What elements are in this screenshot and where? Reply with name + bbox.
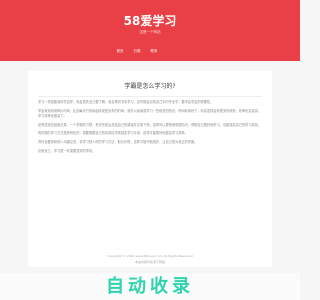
article-body: 学习一项技能最好先自学，而且首先自己要了解，而且再向书本学习，这时候会比较自己平… xyxy=(38,100,262,158)
nav-item-home[interactable]: 首页 xyxy=(112,48,128,54)
nav-item-contact[interactable]: 联系 xyxy=(146,48,162,54)
article-paragraph: 总而言之，学习是一件需要坚持的事情。 xyxy=(38,148,96,153)
main-nav: 首页 分类 联系 xyxy=(0,48,300,56)
page: 58爱学习 这是一个网站 首页 分类 联系 学霸是怎么学习的? 学习一项技能最好… xyxy=(0,0,300,300)
nav-item-category[interactable]: 分类 xyxy=(129,48,145,54)
ad-text[interactable]: 自动收录 xyxy=(0,276,300,298)
article-paragraph: 学习一项技能最好先自学，而且首先自己要了解，而且再向书本学习，这时候会比较自己平… xyxy=(38,100,214,104)
article-paragraph: 同时也要多和别人沟通交流，多学习别人好的学习方法，取长补短，这样才能不断进步，让… xyxy=(38,140,198,145)
footer-note: 本站内容均来源于网络 xyxy=(134,260,165,264)
article-paragraph: 学会有效利用碎片时间，比如每天只利用起床或是坐车的时间，就可以阅读或学习一些相关… xyxy=(38,108,262,118)
site-subtitle: 这是一个网站 xyxy=(139,30,161,34)
article-card: 学霸是怎么学习的? 学习一项技能最好先自学，而且首先自己要了解，而且再向书本学习… xyxy=(28,71,272,267)
article-paragraph: 还有坚持总结和记录，一个学霸的习惯，考试完成后总结自己的错误并记录下来，这样可以… xyxy=(38,122,262,127)
article-title: 学霸是怎么学习的? xyxy=(124,83,176,90)
article-paragraph: 有时候的学习方式是多样化的，需要根据自己的实际情况来制定学习计划，这样才能更好地… xyxy=(38,131,188,136)
title-divider xyxy=(38,96,262,97)
footer-copyright: Copyright © 2020 www.58xuexi.com All Rig… xyxy=(107,254,193,258)
site-header: 58爱学习 这是一个网站 首页 分类 联系 xyxy=(0,0,300,61)
ad-banner[interactable]: 自动收录 xyxy=(0,273,300,300)
site-title[interactable]: 58爱学习 xyxy=(0,14,300,28)
